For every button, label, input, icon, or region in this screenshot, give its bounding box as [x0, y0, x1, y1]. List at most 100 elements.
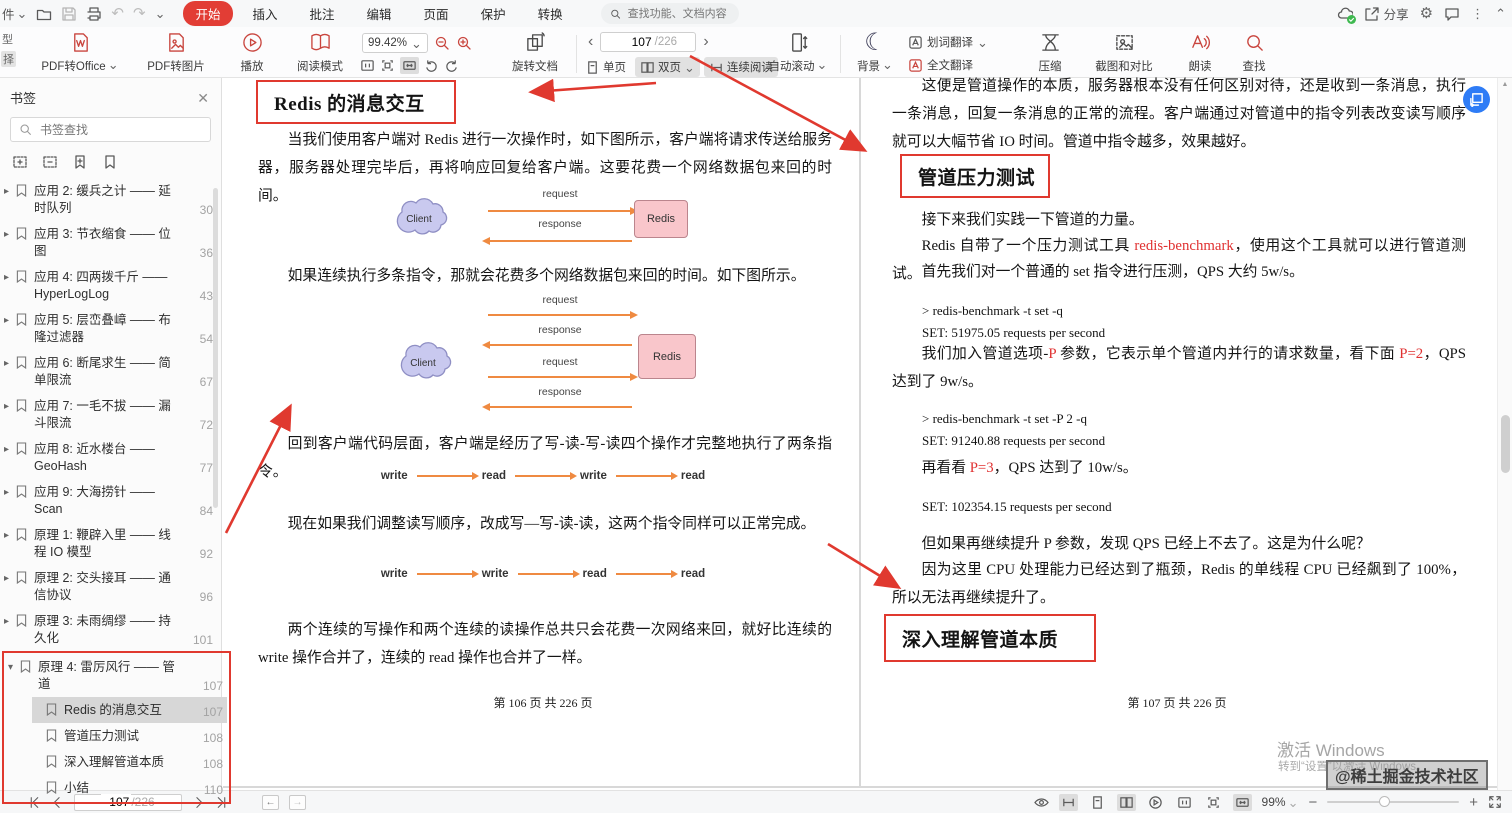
share-button[interactable]: 分享: [1364, 4, 1409, 23]
tab-protect[interactable]: 保护: [469, 1, 518, 26]
bookmark-item[interactable]: ▾ 原理 4: 雷厉风行 —— 管道 107: [6, 654, 227, 697]
expand-arrow-icon[interactable]: ▸: [4, 355, 16, 372]
save-button[interactable]: [61, 6, 77, 22]
bookmark-tool-button[interactable]: [102, 154, 118, 170]
bookmark-item[interactable]: 小结 110: [32, 775, 227, 801]
double-page-toggle[interactable]: [1117, 794, 1136, 811]
word-translate-button[interactable]: 划词翻译 ⌄: [908, 34, 988, 50]
auto-scroll-button[interactable]: 自动滚动⌄: [768, 30, 828, 76]
bookmark-search-box[interactable]: [10, 117, 211, 142]
bookmark-item[interactable]: 深入理解管道本质 108: [32, 749, 227, 775]
zoom-out-button[interactable]: −: [1308, 794, 1317, 811]
single-page-button[interactable]: 单页: [580, 57, 631, 77]
zoom-slider[interactable]: [1327, 801, 1459, 803]
sidebar-scrollbar-thumb[interactable]: [213, 188, 218, 508]
history-back-button[interactable]: ←: [262, 795, 279, 810]
global-search-input[interactable]: [626, 7, 730, 21]
close-panel-icon[interactable]: ✕: [197, 91, 209, 105]
settings-gear-icon[interactable]: ⚙: [1420, 6, 1433, 21]
customize-toolbar-caret[interactable]: ⌄: [155, 7, 166, 20]
pdf-to-word-float-button[interactable]: [1463, 86, 1490, 113]
history-forward-button[interactable]: →: [289, 795, 306, 810]
bookmark-item[interactable]: ▸ 原理 2: 交头接耳 —— 通信协议 96: [2, 565, 217, 608]
continuous-read-toggle[interactable]: [1059, 794, 1078, 811]
feedback-icon[interactable]: [1444, 6, 1460, 22]
bookmark-item[interactable]: 管道压力测试 108: [32, 723, 227, 749]
cloud-sync-icon[interactable]: [1337, 6, 1353, 22]
read-aloud-button[interactable]: 朗读: [1178, 30, 1222, 76]
eye-protect-button[interactable]: [1034, 795, 1049, 810]
collapse-ribbon-icon[interactable]: ⌃: [1495, 7, 1506, 20]
zoom-level-select[interactable]: 99.42%⌄: [362, 33, 428, 53]
zoom-slider-knob[interactable]: [1379, 796, 1390, 807]
pdf-page-107[interactable]: 这便是管道操作的本质，服务器根本没有任何区别对待，还是收到一条消息，执行一条消息…: [862, 78, 1492, 786]
scrollbar-thumb[interactable]: [1501, 415, 1510, 473]
fit-page-button[interactable]: [380, 58, 395, 73]
expand-arrow-icon[interactable]: ▸: [4, 398, 16, 415]
more-menu-icon[interactable]: ⋮: [1471, 7, 1484, 20]
expand-all-button[interactable]: [12, 154, 28, 170]
actual-size-toggle[interactable]: [1175, 794, 1194, 811]
redo-button[interactable]: ↷: [133, 6, 146, 21]
rotate-document-button[interactable]: 旋转文档: [506, 30, 564, 76]
tab-home[interactable]: 开始: [183, 1, 232, 26]
tab-insert[interactable]: 插入: [241, 1, 290, 26]
play-toggle[interactable]: [1146, 794, 1165, 811]
bookmark-search-input[interactable]: [38, 122, 188, 138]
fullscreen-button[interactable]: [1488, 795, 1502, 809]
tab-edit[interactable]: 编辑: [355, 1, 404, 26]
page-number-input[interactable]: [620, 34, 654, 50]
expand-arrow-icon[interactable]: ▸: [4, 269, 16, 286]
zoom-out-button[interactable]: [434, 35, 450, 51]
single-page-toggle[interactable]: [1088, 794, 1107, 811]
actual-size-button[interactable]: [360, 58, 375, 73]
pdf-to-office-button[interactable]: PDF转Office⌄: [34, 30, 126, 76]
print-button[interactable]: [86, 6, 102, 22]
collapse-all-button[interactable]: [42, 154, 58, 170]
screenshot-compare-button[interactable]: 截图和对比: [1086, 30, 1162, 76]
file-menu[interactable]: 件⌄: [2, 4, 27, 23]
background-button[interactable]: ☾ 背景⌄: [852, 30, 898, 76]
pdf-to-image-button[interactable]: PDF转图片: [136, 30, 216, 76]
fit-width-button[interactable]: [400, 57, 419, 74]
undo-button[interactable]: ↶: [111, 6, 124, 21]
bookmark-item[interactable]: ▸ 应用 3: 节衣缩食 —— 位图 36: [2, 221, 217, 264]
tab-page[interactable]: 页面: [412, 1, 461, 26]
expand-arrow-icon[interactable]: ▸: [4, 613, 16, 630]
expand-arrow-icon[interactable]: ▸: [4, 183, 16, 200]
scroll-up-arrow-icon[interactable]: ▲: [1498, 78, 1512, 88]
page-number-box[interactable]: /226: [600, 32, 696, 52]
bookmark-item[interactable]: ▸ 原理 3: 未雨绸缪 —— 持久化 101: [2, 608, 217, 651]
read-mode-button[interactable]: 阅读模式: [288, 30, 352, 76]
rotate-left-button[interactable]: [424, 58, 439, 73]
bookmark-item[interactable]: ▸ 应用 5: 层峦叠嶂 —— 布隆过滤器 54: [2, 307, 217, 350]
zoom-in-button[interactable]: [456, 35, 472, 51]
expand-arrow-icon[interactable]: ▸: [4, 527, 16, 544]
tab-annotate[interactable]: 批注: [298, 1, 347, 26]
full-translate-button[interactable]: 全文翻译: [908, 57, 973, 73]
expand-arrow-icon[interactable]: ▸: [4, 570, 16, 587]
expand-arrow-icon[interactable]: ▾: [8, 659, 20, 676]
add-bookmark-button[interactable]: [72, 154, 88, 170]
expand-arrow-icon[interactable]: ▸: [4, 441, 16, 458]
expand-arrow-icon[interactable]: ▸: [4, 226, 16, 243]
fit-page-toggle[interactable]: [1204, 794, 1223, 811]
play-button[interactable]: 播放: [230, 30, 274, 76]
find-button[interactable]: 查找: [1232, 30, 1276, 76]
expand-arrow-icon[interactable]: ▸: [4, 484, 16, 501]
expand-arrow-icon[interactable]: ▸: [4, 312, 16, 329]
double-page-button[interactable]: 双页⌄: [635, 57, 700, 77]
continuous-read-button[interactable]: 连续阅读: [704, 57, 778, 77]
prev-page-button[interactable]: ‹: [588, 34, 593, 50]
compress-button[interactable]: 压缩: [1028, 30, 1072, 76]
rotate-right-button[interactable]: [444, 58, 459, 73]
bookmark-item[interactable]: ▸ 应用 6: 断尾求生 —— 简单限流 67: [2, 350, 217, 393]
bookmark-item[interactable]: ▸ 应用 7: 一毛不拔 —— 漏斗限流 72: [2, 393, 217, 436]
zoom-percent-select[interactable]: 99%⌄: [1262, 795, 1299, 809]
bookmark-item[interactable]: ▸ 原理 1: 鞭辟入里 —— 线程 IO 模型 92: [2, 522, 217, 565]
fit-width-toggle[interactable]: [1233, 794, 1252, 811]
global-search-box[interactable]: [601, 3, 739, 24]
zoom-in-button[interactable]: +: [1469, 794, 1478, 811]
bookmark-item[interactable]: Redis 的消息交互 107: [32, 697, 227, 723]
bookmark-item[interactable]: ▸ 应用 9: 大海捞针 —— Scan 84: [2, 479, 217, 522]
